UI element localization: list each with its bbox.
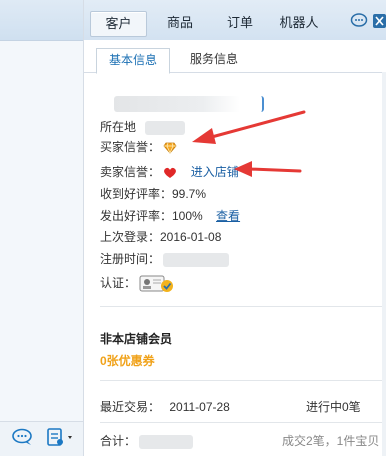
chat-bubble-icon[interactable] (12, 428, 34, 446)
seller-reputation-row: 卖家信誉： 进入店铺 (100, 163, 239, 181)
received-rate: 收到好评率：99.7% (100, 187, 207, 201)
member-status: 非本店铺会员 (100, 332, 173, 346)
seller-reputation-label: 卖家信誉： (100, 165, 161, 179)
total-row: 合计： (100, 432, 194, 450)
given-rate: 发出好评率：100% (100, 209, 203, 223)
location-row: 所在地 (100, 118, 186, 136)
document-menu-icon[interactable] (46, 428, 76, 446)
recent-trade-date: 2011-07-28 (169, 400, 230, 414)
sub-tab-bar: 基本信息 服务信息 (84, 40, 386, 74)
left-panel (0, 0, 84, 456)
divider (100, 306, 382, 307)
register-row: 注册时间： (100, 250, 230, 268)
scrollbar[interactable] (382, 72, 386, 456)
certify-row: 认证： (100, 274, 175, 292)
recent-trade-label: 最近交易： (100, 400, 161, 414)
tab-orders[interactable]: 订单 (220, 11, 260, 35)
certification-badge-icon (139, 275, 174, 292)
in-progress-count: 进行中0笔 (306, 400, 361, 414)
certify-label: 认证： (100, 276, 137, 290)
chat-settings-icon[interactable] (350, 12, 368, 30)
total-label: 合计： (100, 434, 137, 448)
buyer-reputation-row: 买家信誉： (100, 138, 177, 156)
tab-service-info[interactable]: 服务信息 (190, 48, 238, 72)
register-label: 注册时间： (100, 252, 161, 266)
top-tab-bar: 客户 商品 订单 机器人 (84, 0, 386, 41)
buyer-reputation-label: 买家信誉： (100, 140, 161, 154)
tab-customer[interactable]: 客户 (90, 11, 147, 37)
last-login: 上次登录：2016-01-08 (100, 230, 222, 244)
tab-products[interactable]: 商品 (160, 11, 200, 35)
diamond-icon (163, 142, 177, 154)
left-panel-header (0, 0, 83, 41)
coupon-count[interactable]: 0张优惠券 (100, 352, 155, 369)
total-value (139, 434, 194, 449)
divider (100, 422, 382, 423)
tab-robot[interactable]: 机器人 (274, 11, 324, 35)
annotation-arrow (234, 161, 302, 177)
tab-basic-info[interactable]: 基本信息 (96, 48, 171, 74)
location-value (145, 120, 186, 135)
given-rate-row: 发出好评率：100% 查看 (100, 207, 240, 225)
register-value (163, 252, 230, 267)
close-icon[interactable] (372, 12, 386, 30)
heart-icon (164, 167, 177, 178)
location-label: 所在地 (100, 120, 137, 134)
divider (100, 380, 382, 381)
view-link[interactable]: 查看 (216, 209, 240, 223)
recent-trade-row: 最近交易： 2011-07-28 (100, 398, 230, 416)
annotation-arrow (192, 110, 306, 144)
trade-summary: 成交2笔，1件宝贝 (282, 434, 380, 448)
